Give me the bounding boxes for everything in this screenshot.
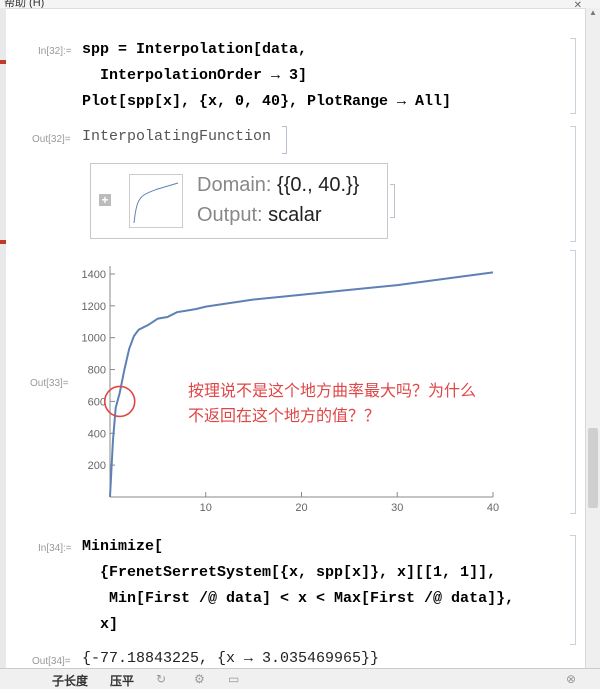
y-tick-label: 1400 [82, 269, 106, 281]
thumbnail-curve-svg [133, 182, 179, 224]
gear-icon[interactable]: ⚙ [194, 672, 205, 686]
y-tick-label: 200 [88, 460, 106, 472]
x-tick-label: 40 [487, 502, 499, 514]
x-tick-label: 30 [391, 502, 403, 514]
left-marker [0, 240, 6, 244]
cell-bracket[interactable] [570, 535, 576, 645]
y-tick-label: 400 [88, 428, 106, 440]
flatten-button[interactable]: 压平 [110, 672, 134, 689]
output-row: Output: scalar [197, 204, 322, 226]
cell-bracket[interactable] [570, 38, 576, 114]
input-line[interactable]: Min[First /@ data] < x < Max[First /@ da… [82, 590, 514, 607]
cell-bracket[interactable] [570, 126, 576, 242]
refresh-icon[interactable]: ↻ [156, 672, 166, 686]
cell-bracket[interactable] [570, 250, 576, 514]
left-edge-strip [0, 8, 6, 668]
y-tick-label: 600 [88, 396, 106, 408]
subexpression-button[interactable]: 子长度 [52, 672, 88, 689]
thumbnail-plot [129, 174, 183, 228]
message-icon[interactable]: ▭ [228, 672, 239, 686]
input-line[interactable]: x] [82, 616, 118, 633]
close-icon[interactable]: ⊗ [566, 672, 576, 686]
output-text: {-77.18843225, {x → 3.035469965}} [82, 650, 380, 667]
input-line[interactable]: InterpolationOrder → 3] [82, 67, 307, 84]
input-line[interactable]: Plot[spp[x], {x, 0, 40}, PlotRange → All… [82, 93, 451, 110]
input-line[interactable]: {FrenetSerretSystem[{x, spp[x]}, x][[1, … [82, 564, 496, 581]
input-line[interactable]: spp = Interpolation[data, [82, 41, 307, 58]
output-text: InterpolatingFunction [82, 128, 272, 145]
window-title: 帮助 (H) [4, 0, 45, 9]
annotation-line: 按理说不是这个地方曲率最大吗？为什么 [188, 381, 477, 400]
out-label: Out[32]= [32, 134, 71, 145]
x-tick-label: 10 [200, 502, 212, 514]
interpolating-function-summary[interactable]: + Domain: {{0., 40.}} Output: scalar [90, 163, 388, 239]
inline-bracket [390, 184, 395, 218]
scroll-up-icon[interactable]: ▲ [589, 8, 597, 17]
left-marker [0, 60, 6, 64]
in-label: In[32]:= [38, 46, 72, 57]
y-tick-label: 1000 [82, 333, 106, 345]
inline-bracket [282, 126, 287, 154]
in-label: In[34]:= [38, 543, 72, 554]
window-title-bar: 帮助 (H) [0, 0, 600, 9]
close-icon[interactable]: ✕ [574, 0, 582, 11]
y-tick-label: 1200 [82, 301, 106, 313]
domain-row: Domain: {{0., 40.}} [197, 174, 360, 196]
annotation-line: 不返回在这个地方的值？？ [188, 406, 381, 425]
scrollbar-thumb[interactable] [588, 428, 598, 508]
input-line[interactable]: Minimize[ [82, 538, 163, 555]
y-tick-label: 800 [88, 365, 106, 377]
out-label: Out[34]= [32, 656, 71, 667]
x-tick-label: 20 [295, 502, 307, 514]
vertical-scrollbar[interactable]: ▲ [585, 8, 600, 668]
bottom-toolbar: 子长度 压平 ↻ ⚙ ▭ ⊗ [0, 668, 600, 689]
expand-plus-icon[interactable]: + [99, 194, 111, 206]
